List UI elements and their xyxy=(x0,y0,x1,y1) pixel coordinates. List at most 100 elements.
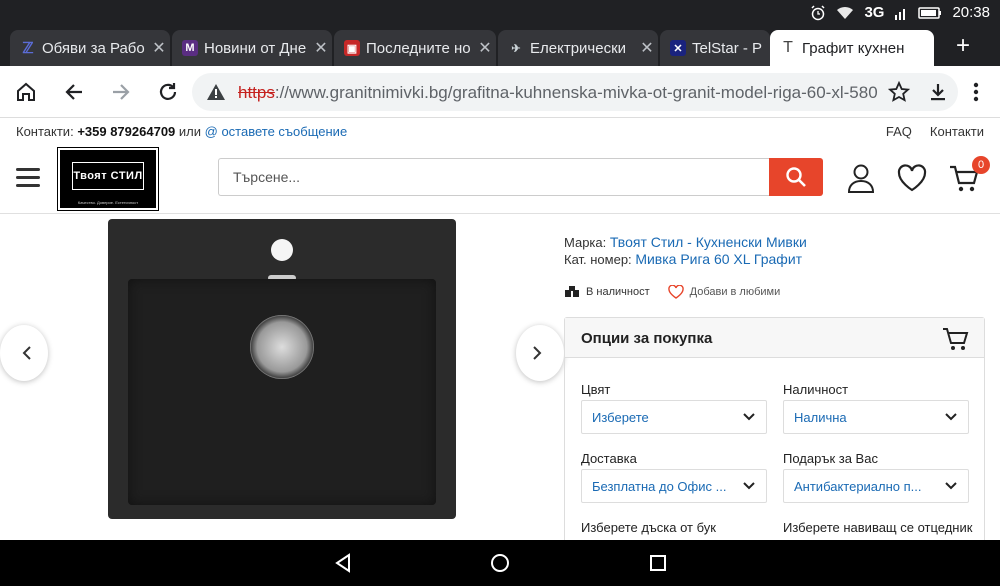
site-header: Твоят СТИЛ Качество. Доверие. Естетичнос… xyxy=(0,146,1000,214)
leave-message-link[interactable]: @ оставете съобщение xyxy=(205,124,348,139)
faq-link[interactable]: FAQ xyxy=(886,124,912,139)
purchase-options-title: Опции за покупка xyxy=(565,318,984,358)
download-icon[interactable] xyxy=(927,81,949,103)
back-triangle-icon[interactable] xyxy=(332,552,354,574)
user-icon[interactable] xyxy=(845,162,877,194)
cart-outline-icon xyxy=(943,328,969,350)
availability-value: Налична xyxy=(794,410,847,425)
tap-hole xyxy=(271,239,293,261)
close-icon[interactable]: ✕ xyxy=(636,38,658,58)
close-icon[interactable]: ✕ xyxy=(310,38,332,58)
chevron-right-icon xyxy=(533,346,542,360)
purchase-options-panel: Опции за покупка Цвят Изберете Наличност… xyxy=(564,317,985,547)
tab-favicon: ℤ xyxy=(22,40,34,57)
sku-row: Кат. номер: Мивка Рига 60 XL Графит xyxy=(564,251,802,267)
site-logo[interactable]: Твоят СТИЛ Качество. Доверие. Естетичнос… xyxy=(57,147,159,211)
new-tab-button[interactable]: + xyxy=(956,34,970,58)
star-icon[interactable] xyxy=(888,81,910,103)
availability-label: Наличност xyxy=(783,382,849,397)
gift-select[interactable]: Антибактериално п... xyxy=(783,469,969,503)
tab-title: Новини от Дне xyxy=(204,39,307,57)
tab-favicon: ✈ xyxy=(511,42,521,55)
drainer-label: Изберете навиващ се отцедник xyxy=(783,520,973,535)
gallery-next-button[interactable] xyxy=(516,325,564,381)
chevron-down-icon xyxy=(743,413,755,421)
address-bar[interactable]: https://www.granitnimivki.bg/grafitna-ku… xyxy=(192,73,958,111)
top-info-bar: Контакти: +359 879264709 или @ оставете … xyxy=(0,118,1000,146)
heart-icon[interactable] xyxy=(896,162,928,194)
contacts-link[interactable]: Контакти xyxy=(930,124,984,139)
system-nav-bar xyxy=(0,540,1000,586)
tab-2[interactable]: M Новини от Дне ✕ xyxy=(172,30,332,66)
delivery-label: Доставка xyxy=(581,451,637,466)
tab-strip: ℤ Обяви за Рабо ✕ M Новини от Дне ✕ ▣ По… xyxy=(0,26,1000,66)
alarm-icon xyxy=(811,4,825,20)
cart-count-badge: 0 xyxy=(972,156,990,174)
search-input[interactable]: Търсене... xyxy=(218,158,770,196)
color-value: Изберете xyxy=(592,410,649,425)
stock-status: В наличност xyxy=(586,286,650,298)
wifi-icon xyxy=(837,6,854,19)
drain xyxy=(250,315,314,379)
chevron-down-icon xyxy=(945,482,957,490)
network-type: 3G xyxy=(864,4,885,21)
tab-3[interactable]: ▣ Последните но ✕ xyxy=(334,30,496,66)
recents-square-icon[interactable] xyxy=(647,552,669,574)
home-circle-icon[interactable] xyxy=(489,552,511,574)
brand-link[interactable]: Твоят Стил - Кухненски Мивки xyxy=(610,234,807,250)
hamburger-menu-icon[interactable] xyxy=(16,168,40,188)
home-icon[interactable] xyxy=(12,78,40,106)
product-gallery xyxy=(0,215,558,540)
availability-select[interactable]: Налична xyxy=(783,400,969,434)
brand-label: Марка: xyxy=(564,235,607,250)
gallery-prev-button[interactable] xyxy=(0,325,48,381)
contact-line: Контакти: +359 879264709 или @ оставете … xyxy=(16,124,347,139)
contacts-label: Контакти: xyxy=(16,124,74,139)
or-text: или xyxy=(178,124,202,139)
tab-active[interactable]: T Графит кухнен xyxy=(770,30,934,66)
gift-value: Антибактериално п... xyxy=(794,479,922,494)
chevron-down-icon xyxy=(743,482,755,490)
reload-icon[interactable] xyxy=(154,78,182,106)
gift-label: Подарък за Вас xyxy=(783,451,878,466)
tab-favicon: M xyxy=(182,40,198,56)
logo-subtitle: Качество. Доверие. Естетичност xyxy=(77,200,139,205)
color-label: Цвят xyxy=(581,382,611,397)
tab-1[interactable]: ℤ Обяви за Рабо ✕ xyxy=(10,30,170,66)
tab-title: TelStar - P xyxy=(692,39,763,57)
back-icon[interactable] xyxy=(60,78,88,106)
tab-favicon: T xyxy=(783,39,793,56)
delivery-select[interactable]: Безплатна до Офис ... xyxy=(581,469,767,503)
chevron-left-icon xyxy=(22,346,31,360)
chevron-down-icon xyxy=(945,413,957,421)
logo-title: Твоят СТИЛ xyxy=(73,170,143,182)
forward-icon[interactable] xyxy=(107,78,135,106)
top-links: FAQ Контакти xyxy=(886,124,984,139)
delivery-value: Безплатна до Офис ... xyxy=(592,479,727,494)
add-to-wishlist-link[interactable]: Добави в любими xyxy=(690,286,781,298)
tab-4[interactable]: ✈ Електрически ✕ xyxy=(498,30,658,66)
close-icon[interactable]: ✕ xyxy=(148,38,170,58)
product-image[interactable] xyxy=(108,219,456,519)
color-select[interactable]: Изберете xyxy=(581,400,767,434)
sku-link[interactable]: Мивка Рига 60 XL Графит xyxy=(635,251,802,267)
browser-toolbar: https://www.granitnimivki.bg/grafitna-ku… xyxy=(0,66,1000,118)
sink-bowl xyxy=(128,279,436,505)
search-button[interactable] xyxy=(769,158,823,196)
menu-icon[interactable] xyxy=(962,78,990,106)
tab-title: Последните но xyxy=(366,39,471,57)
sku-label: Кат. номер: xyxy=(564,252,632,267)
warning-icon xyxy=(207,84,225,100)
tab-5[interactable]: ✕ TelStar - P xyxy=(660,30,770,66)
status-bar: 3G 20:38 xyxy=(0,0,1000,26)
tab-title: Графит кухнен xyxy=(802,39,905,57)
tab-title: Обяви за Рабо xyxy=(42,39,145,57)
phone-link[interactable]: +359 879264709 xyxy=(77,124,175,139)
tab-title: Електрически xyxy=(530,39,627,57)
heart-outline-icon[interactable] xyxy=(667,285,684,299)
boxes-icon xyxy=(565,286,579,297)
close-icon[interactable]: ✕ xyxy=(474,38,496,58)
search-icon xyxy=(786,167,806,187)
product-details: Марка: Твоят Стил - Кухненски Мивки Кат.… xyxy=(564,215,1000,547)
tab-favicon: ✕ xyxy=(670,40,686,56)
